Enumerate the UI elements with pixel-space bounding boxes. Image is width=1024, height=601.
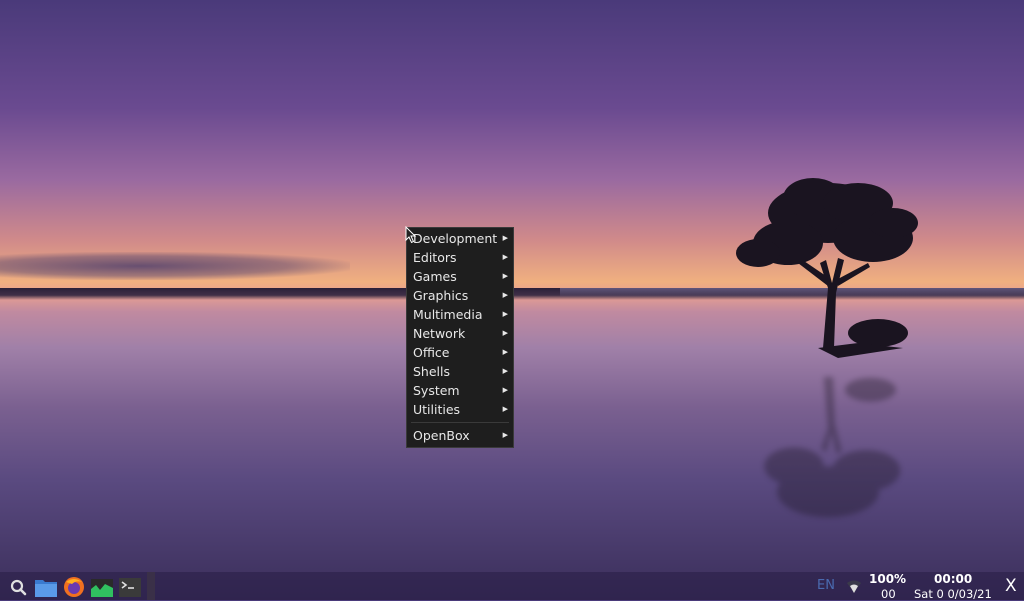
close-button[interactable]: X (1005, 576, 1017, 596)
battery-percent: 100% (869, 572, 907, 586)
menu-item-utilities[interactable]: Utilities ▶ (407, 400, 513, 419)
submenu-arrow-icon: ▶ (502, 272, 508, 280)
menu-item-graphics[interactable]: Graphics ▶ (407, 286, 513, 305)
menu-item-label: System (413, 383, 460, 398)
menu-item-system[interactable]: System ▶ (407, 381, 513, 400)
wallpaper-tree (736, 178, 918, 358)
search-icon[interactable] (8, 576, 32, 598)
clock-date[interactable]: Sat 0 0/03/21 (914, 587, 992, 601)
wallpaper-cloud (0, 252, 350, 280)
firefox-icon[interactable] (62, 576, 86, 598)
submenu-arrow-icon: ▶ (502, 386, 508, 394)
submenu-arrow-icon: ▶ (502, 234, 508, 242)
menu-item-label: Games (413, 269, 457, 284)
submenu-arrow-icon: ▶ (502, 310, 508, 318)
keyboard-layout-indicator[interactable]: EN (817, 578, 835, 593)
menu-item-label: Network (413, 326, 466, 341)
clock-time[interactable]: 00:00 (934, 572, 972, 586)
menu-item-label: Shells (413, 364, 451, 379)
active-window-indicator (147, 572, 155, 600)
menu-item-development[interactable]: Development ▶ (407, 229, 513, 248)
menu-separator (411, 422, 509, 423)
submenu-arrow-icon: ▶ (502, 348, 508, 356)
menu-item-editors[interactable]: Editors ▶ (407, 248, 513, 267)
menu-item-office[interactable]: Office ▶ (407, 343, 513, 362)
menu-item-label: Editors (413, 250, 457, 265)
menu-item-label: Multimedia (413, 307, 483, 322)
root-menu: Development ▶ Editors ▶ Games ▶ Graphics… (406, 227, 514, 448)
battery-sub: 00 (881, 587, 896, 601)
wifi-icon[interactable] (846, 580, 862, 594)
submenu-arrow-icon: ▶ (502, 431, 508, 439)
system-monitor-icon[interactable] (90, 576, 114, 598)
wallpaper-tree-reflection (764, 377, 901, 518)
menu-item-label: Graphics (413, 288, 469, 303)
mouse-cursor-icon (405, 226, 417, 244)
menu-item-label: OpenBox (413, 428, 470, 443)
file-manager-icon[interactable] (34, 576, 58, 598)
taskbar: EN 100% 00 00:00 Sat 0 0/03/21 X (0, 572, 1024, 601)
terminal-icon[interactable] (118, 576, 142, 598)
menu-item-multimedia[interactable]: Multimedia ▶ (407, 305, 513, 324)
menu-item-shells[interactable]: Shells ▶ (407, 362, 513, 381)
submenu-arrow-icon: ▶ (502, 367, 508, 375)
menu-item-label: Office (413, 345, 450, 360)
submenu-arrow-icon: ▶ (502, 291, 508, 299)
menu-item-label: Development (413, 231, 498, 246)
submenu-arrow-icon: ▶ (502, 329, 508, 337)
menu-item-openbox[interactable]: OpenBox ▶ (407, 426, 513, 445)
submenu-arrow-icon: ▶ (502, 253, 508, 261)
menu-item-label: Utilities (413, 402, 461, 417)
menu-item-games[interactable]: Games ▶ (407, 267, 513, 286)
menu-item-network[interactable]: Network ▶ (407, 324, 513, 343)
submenu-arrow-icon: ▶ (502, 405, 508, 413)
